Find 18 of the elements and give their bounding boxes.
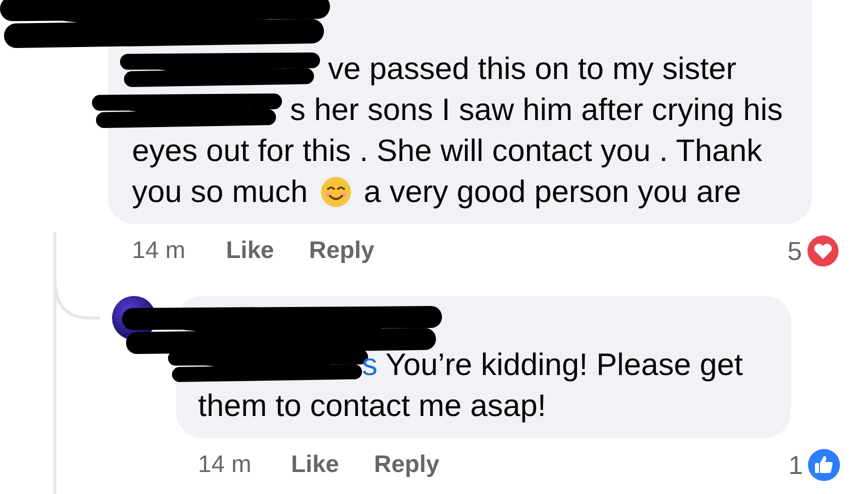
comment-time: 14 m: [198, 451, 252, 479]
comment-action-link[interactable]: Like: [226, 237, 274, 265]
comment-text: them to contact me asap!: [198, 387, 546, 425]
comment-text: eyes out for this . She will contact you . Thank: [132, 132, 762, 170]
smiling-face-icon: [320, 176, 352, 208]
author-name[interactable]: s: [362, 344, 378, 385]
comment-text: You’re kidding! Please get: [386, 346, 743, 384]
comment-text: a very good person you are: [364, 173, 742, 211]
comment-text: s her sons I saw him after crying his: [290, 91, 783, 129]
reaction-count: 1: [788, 450, 803, 480]
comment-action-link[interactable]: Reply: [374, 451, 440, 479]
thumbs-up-icon: [807, 448, 841, 482]
comment-action-link[interactable]: Like: [291, 451, 340, 479]
comment-time: 14 m: [132, 237, 186, 265]
reaction-count: 5: [788, 236, 802, 266]
comment-text: you so much: [132, 173, 308, 211]
comment-text: ve passed this on to my sister: [328, 50, 736, 88]
comment-action-link[interactable]: Reply: [309, 237, 374, 265]
